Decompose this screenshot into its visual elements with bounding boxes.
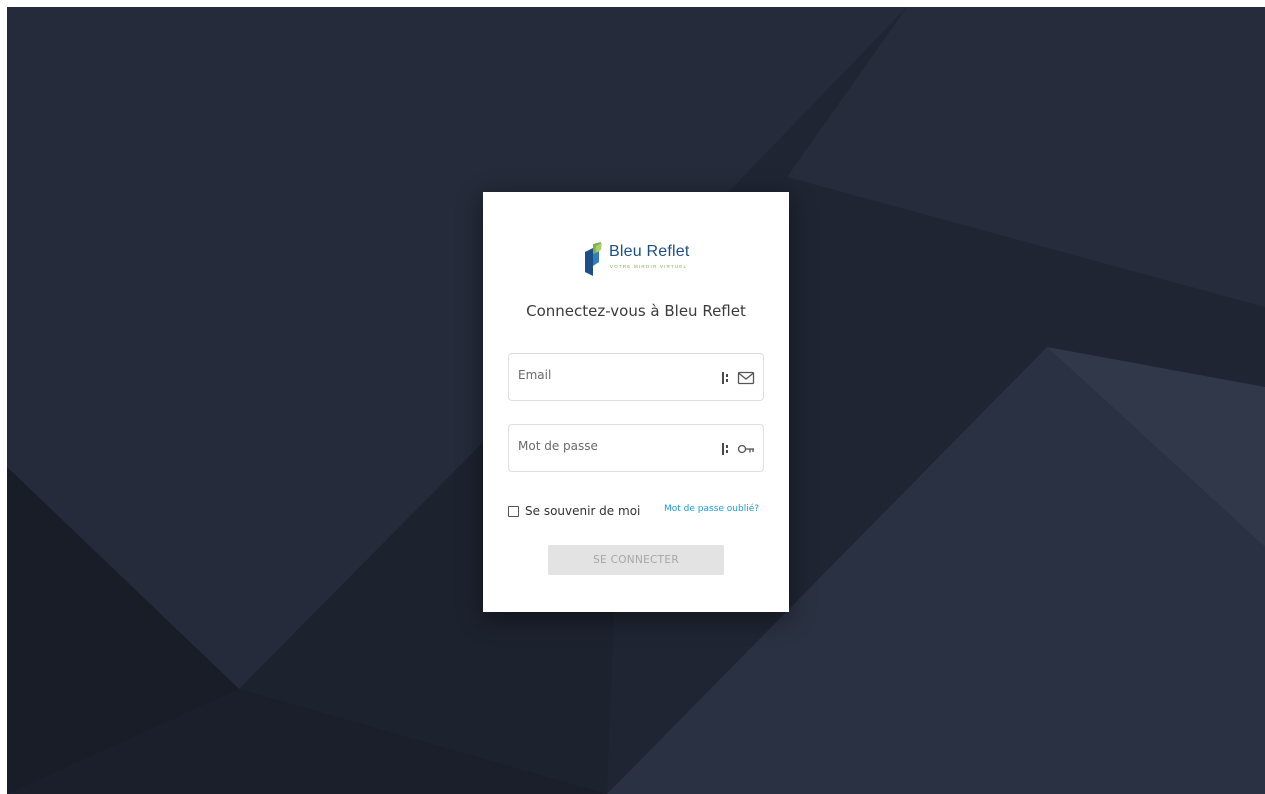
email-field-container: [508, 352, 764, 401]
remember-me[interactable]: Se souvenir de moi: [508, 503, 640, 519]
page-title: Connectez-vous à Bleu Reflet: [526, 302, 746, 320]
login-button[interactable]: SE CONNECTER: [548, 545, 724, 575]
envelope-icon: [737, 371, 755, 385]
email-input[interactable]: [518, 352, 698, 398]
login-card: Bleu Reflet VOTRE MIROIR VIRTUEL Connect…: [483, 192, 789, 612]
remember-me-label: Se souvenir de moi: [525, 504, 641, 518]
password-field-container: [508, 423, 764, 472]
password-manager-icon[interactable]: [722, 372, 730, 384]
password-manager-icon[interactable]: [722, 443, 730, 455]
brand-logo-mark-icon: [585, 242, 602, 276]
brand-tagline: VOTRE MIROIR VIRTUEL: [610, 264, 688, 269]
brand-name: Bleu Reflet: [609, 243, 690, 260]
brand-logo: Bleu Reflet VOTRE MIROIR VIRTUEL: [583, 242, 703, 278]
password-input[interactable]: [518, 423, 698, 469]
remember-me-checkbox[interactable]: [508, 505, 519, 517]
forgot-password-link[interactable]: Mot de passe oublié?: [664, 504, 759, 514]
key-icon: [737, 444, 754, 454]
login-page: Bleu Reflet VOTRE MIROIR VIRTUEL Connect…: [7, 7, 1265, 794]
